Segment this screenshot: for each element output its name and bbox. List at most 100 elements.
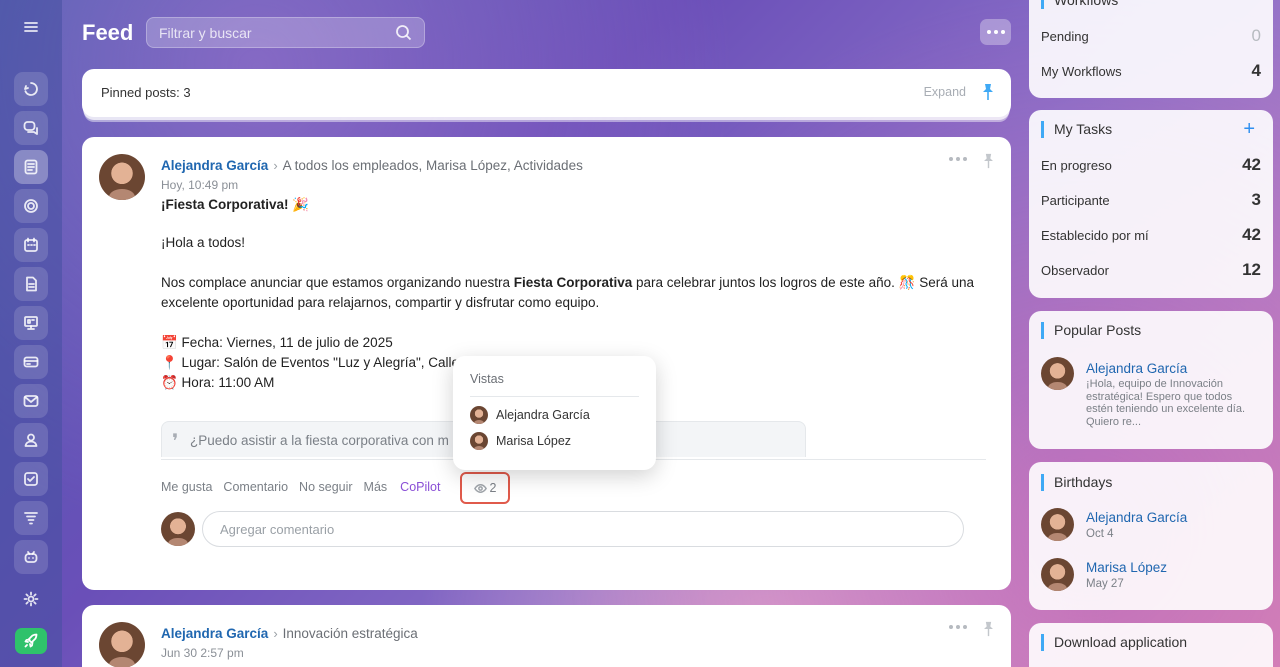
birthday-avatar[interactable]	[1041, 508, 1074, 541]
employees-nav-icon[interactable]	[14, 423, 48, 457]
viewer-name: Marisa López	[496, 434, 572, 448]
automation-nav-icon[interactable]	[14, 501, 48, 535]
feed-more-button[interactable]	[980, 19, 1011, 45]
post-actions: Me gusta Comentario No seguir Más CoPilo…	[161, 480, 453, 494]
comment-input[interactable]	[202, 511, 964, 547]
add-task-icon[interactable]: +	[1243, 119, 1255, 139]
task-row[interactable]: En progreso 42	[1041, 155, 1261, 175]
row-label: Pending	[1041, 28, 1089, 44]
search-box[interactable]	[146, 17, 425, 48]
post-paragraph: Nos complace anunciar que estamos organi…	[161, 273, 981, 313]
popular-posts-widget: Popular Posts Alejandra García ¡Hola, eq…	[1029, 311, 1273, 449]
post-header: Alejandra García › Innovación estratégic…	[161, 626, 418, 641]
viewer-avatar	[470, 406, 488, 424]
workflows-widget: Workflows Pending 0 My Workflows 4	[1029, 0, 1273, 98]
post-more-icon[interactable]	[949, 157, 967, 161]
rocket-icon[interactable]	[15, 628, 47, 654]
task-row[interactable]: Observador 12	[1041, 260, 1261, 280]
row-label: Establecido por mí	[1041, 227, 1149, 243]
post-timestamp: Hoy, 10:49 pm	[161, 178, 239, 192]
dot	[993, 30, 998, 34]
chat-nav-icon[interactable]	[14, 111, 48, 145]
row-count: 42	[1242, 225, 1261, 244]
author-name[interactable]: Alejandra García	[161, 626, 268, 641]
eye-icon	[473, 483, 487, 493]
post-recipients[interactable]: A todos los empleados, Marisa López, Act…	[283, 158, 583, 173]
birthday-name[interactable]: Marisa López	[1086, 560, 1167, 575]
mail-nav-icon[interactable]	[14, 384, 48, 418]
row-label: My Workflows	[1041, 63, 1122, 79]
author-avatar[interactable]	[99, 622, 145, 667]
page-title: Feed	[82, 20, 134, 45]
row-label: En progreso	[1041, 157, 1112, 173]
birthday-avatar[interactable]	[1041, 558, 1074, 591]
author-avatar[interactable]	[99, 154, 145, 200]
workflows-row[interactable]: Pending 0	[1041, 26, 1261, 46]
copilot-button[interactable]: CoPilot	[400, 480, 440, 494]
row-count: 12	[1242, 260, 1261, 279]
pin-post-icon[interactable]	[982, 621, 995, 637]
pin-post-icon[interactable]	[982, 153, 995, 169]
widget-title[interactable]: My Tasks	[1041, 121, 1112, 138]
paragraph-bold: Fiesta Corporativa	[513, 275, 633, 290]
feed-nav-icon[interactable]	[14, 150, 48, 184]
birthday-date: Oct 4	[1086, 528, 1114, 540]
popular-post-author[interactable]: Alejandra García	[1086, 361, 1187, 376]
widget-title[interactable]: Workflows	[1041, 0, 1118, 9]
row-count: 4	[1251, 61, 1261, 80]
task-row[interactable]: Establecido por mí 42	[1041, 225, 1261, 245]
robot-nav-icon[interactable]	[14, 540, 48, 574]
unfollow-button[interactable]: No seguir	[299, 480, 353, 494]
event-date: 📅 Fecha: Viernes, 11 de julio de 2025	[161, 335, 393, 350]
chevron-right-icon: ›	[273, 158, 278, 173]
documents-nav-icon[interactable]	[14, 267, 48, 301]
paragraph-text: Nos complace anunciar que estamos organi…	[161, 275, 514, 290]
calendar-nav-icon[interactable]	[14, 228, 48, 262]
comment-button[interactable]: Comentario	[223, 480, 288, 494]
left-navigation-rail	[0, 0, 62, 667]
widget-title[interactable]: Birthdays	[1041, 474, 1112, 491]
viewer-item[interactable]: Alejandra García	[470, 406, 590, 424]
collabs-nav-icon[interactable]	[14, 189, 48, 223]
birthday-date: May 27	[1086, 578, 1124, 590]
like-button[interactable]: Me gusta	[161, 480, 212, 494]
post-more-icon[interactable]	[949, 625, 967, 629]
crm-nav-icon[interactable]	[14, 345, 48, 379]
post-recipients[interactable]: Innovación estratégica	[283, 626, 418, 641]
views-popover: Vistas Alejandra García Marisa López	[453, 356, 656, 470]
viewer-item[interactable]: Marisa López	[470, 432, 571, 450]
current-user-avatar	[161, 512, 195, 546]
row-label: Participante	[1041, 192, 1110, 208]
boards-nav-icon[interactable]	[14, 306, 48, 340]
author-name[interactable]: Alejandra García	[161, 158, 268, 173]
popular-post-avatar[interactable]	[1041, 357, 1074, 390]
pinned-posts-bar: Pinned posts: 3 Expand	[82, 69, 1011, 117]
post-timestamp: Jun 30 2:57 pm	[161, 646, 244, 660]
search-input[interactable]	[159, 24, 395, 41]
quote-text: ¿Puedo asistir a la fiesta corporativa c…	[190, 433, 449, 448]
post-header: Alejandra García › A todos los empleados…	[161, 158, 583, 173]
more-button[interactable]: Más	[364, 480, 388, 494]
tasks-nav-icon[interactable]	[14, 462, 48, 496]
birthday-name[interactable]: Alejandra García	[1086, 510, 1187, 525]
task-row[interactable]: Participante 3	[1041, 190, 1261, 210]
row-count: 0	[1251, 26, 1261, 45]
expand-pinned-link[interactable]: Expand	[924, 85, 966, 99]
views-counter-button[interactable]: 2	[460, 472, 510, 504]
popular-post-excerpt[interactable]: ¡Hola, equipo de Innovación estratégica!…	[1086, 378, 1256, 428]
post-greeting: ¡Hola a todos!	[161, 235, 246, 250]
pin-icon[interactable]	[981, 83, 995, 101]
post-title: ¡Fiesta Corporativa! 🎉	[161, 197, 310, 212]
pinned-posts-label: Pinned posts: 3	[101, 85, 191, 100]
settings-gear-icon[interactable]	[14, 582, 48, 616]
widget-title[interactable]: Download application	[1041, 634, 1187, 651]
views-count: 2	[489, 481, 497, 495]
menu-icon[interactable]	[14, 10, 48, 44]
workflows-row[interactable]: My Workflows 4	[1041, 61, 1261, 81]
my-tasks-widget: My Tasks + En progreso 42 Participante 3…	[1029, 110, 1273, 298]
search-icon[interactable]	[395, 24, 412, 41]
feed-post: Alejandra García › Innovación estratégic…	[82, 605, 1011, 667]
widget-title[interactable]: Popular Posts	[1041, 322, 1141, 339]
dot	[1000, 30, 1005, 34]
copilot-nav-icon[interactable]	[14, 72, 48, 106]
